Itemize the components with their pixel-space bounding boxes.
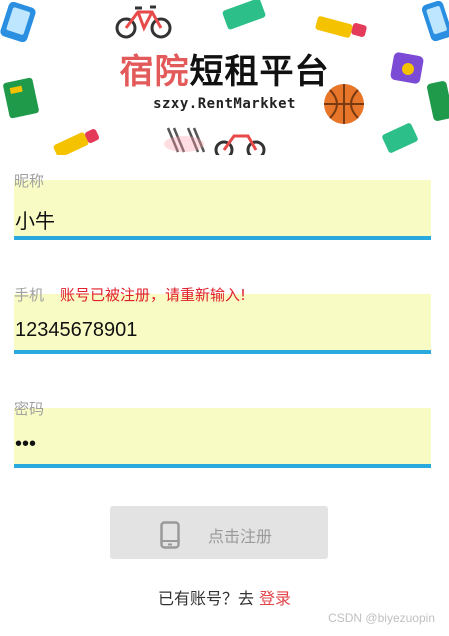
register-button-label: 点击注册 bbox=[208, 527, 273, 546]
app-title: 宿院短租平台 bbox=[0, 44, 449, 93]
nickname-label: 昵称 bbox=[14, 172, 45, 190]
nickname-field[interactable]: 昵称 小牛 bbox=[14, 170, 431, 240]
password-input-box[interactable] bbox=[14, 408, 431, 464]
app-subtitle: szxy.RentMarkket bbox=[153, 96, 296, 112]
app-title-red: 宿院 bbox=[119, 52, 190, 92]
app-title-black: 短租平台 bbox=[189, 52, 330, 92]
phone-input[interactable]: 12345678901 bbox=[15, 319, 137, 342]
register-button[interactable]: 点击注册 bbox=[110, 506, 328, 559]
watermark: CSDN @biyezuopin bbox=[328, 611, 435, 625]
login-prompt-text: 已有账号？去 bbox=[157, 589, 254, 608]
password-label: 密码 bbox=[14, 400, 45, 418]
banner: 宿院短租平台 szxy.RentMarkket bbox=[0, 0, 449, 155]
login-prompt: 已有账号？去 登录 bbox=[0, 585, 449, 609]
phone-error-message: 账号已被注册，请重新输入! bbox=[60, 286, 247, 304]
phone-label: 手机 bbox=[14, 286, 45, 304]
ticket-icon bbox=[222, 0, 266, 30]
ticket-small-icon bbox=[382, 123, 418, 153]
bicycle-small-icon bbox=[214, 134, 266, 155]
phone-device-icon bbox=[421, 0, 449, 42]
lipstick-small-icon bbox=[53, 129, 99, 155]
password-underline bbox=[14, 464, 431, 468]
lipstick-icon bbox=[315, 16, 367, 38]
phone-icon bbox=[160, 521, 180, 549]
password-field[interactable]: 密码 ••• bbox=[14, 398, 431, 468]
nickname-underline bbox=[14, 236, 431, 240]
bicycle-icon bbox=[115, 5, 172, 39]
nickname-input-box[interactable] bbox=[14, 180, 431, 236]
tablet-icon bbox=[0, 2, 36, 42]
login-link[interactable]: 登录 bbox=[259, 589, 291, 608]
phone-underline bbox=[14, 350, 431, 354]
nickname-input[interactable]: 小牛 bbox=[15, 205, 55, 234]
password-input[interactable]: ••• bbox=[15, 433, 36, 456]
skis-icon bbox=[164, 127, 206, 153]
phone-field[interactable]: 手机 账号已被注册，请重新输入! 12345678901 bbox=[14, 284, 431, 354]
